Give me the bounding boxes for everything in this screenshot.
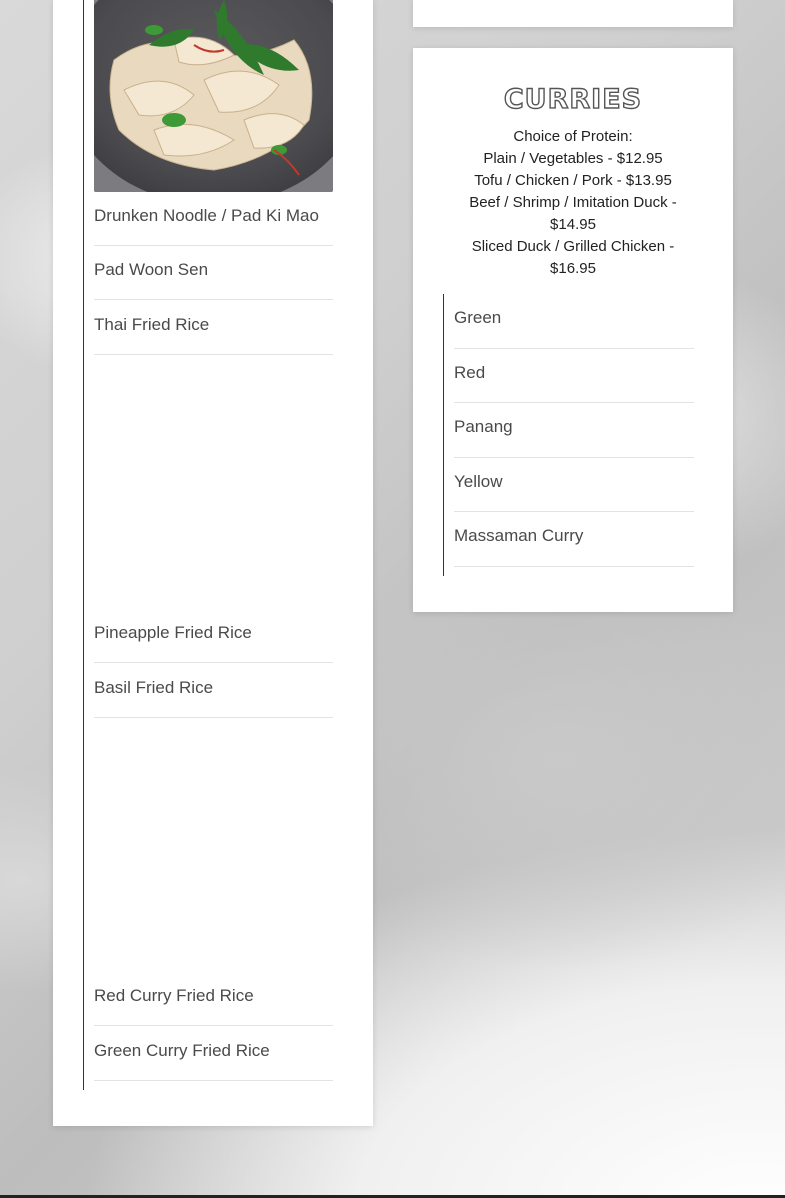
previous-section-card [413, 0, 733, 27]
menu-item[interactable]: Green [454, 294, 694, 349]
menu-item[interactable]: Massaman Curry [454, 512, 694, 567]
menu-item-name: Green [454, 308, 502, 327]
menu-item-name: Drunken Noodle / Pad Ki Mao [94, 206, 319, 225]
menu-item[interactable]: Thai Fried Rice [94, 301, 333, 355]
menu-item[interactable]: Pad Woon Sen [94, 246, 333, 300]
menu-item-name: Massaman Curry [454, 526, 584, 545]
menu-item-name: Basil Fried Rice [94, 678, 214, 697]
protein-heading: Choice of Protein: [513, 128, 633, 145]
menu-item[interactable]: Red [454, 349, 694, 403]
menu-item[interactable]: Red Curry Fried Rice [94, 972, 333, 1026]
menu-item[interactable]: Yellow [454, 458, 694, 512]
curries-card: CURRIES Choice of Protein: Plain / Veget… [413, 48, 733, 612]
menu-item[interactable]: Pineapple Fried Rice [94, 609, 333, 663]
menu-item-name: Green Curry Fried Rice [94, 1041, 270, 1060]
section-rule [83, 0, 84, 1090]
noodles-rice-card: Drunken Noodle / Pad Ki Mao Pad Woon Sen… [53, 0, 373, 1126]
section-title: CURRIES [503, 83, 643, 115]
menu-item-name: Red [454, 363, 486, 382]
menu-item-name: Panang [454, 417, 513, 436]
menu-item[interactable]: Panang [454, 403, 694, 458]
protein-options: Choice of Protein: Plain / Vegetables - … [453, 126, 693, 280]
menu-item[interactable]: Drunken Noodle / Pad Ki Mao [94, 192, 333, 246]
drunken-noodle-photo [94, 0, 333, 192]
menu-item-name: Red Curry Fried Rice [94, 986, 254, 1005]
menu-item-name: Pineapple Fried Rice [94, 623, 252, 642]
menu-item[interactable]: Green Curry Fried Rice [94, 1027, 333, 1081]
menu-item-name: Pad Woon Sen [94, 260, 209, 279]
menu-item-name: Thai Fried Rice [94, 315, 210, 334]
protein-option: Sliced Duck / Grilled Chicken - $16.95 [471, 238, 675, 277]
menu-item[interactable]: Basil Fried Rice [94, 664, 333, 718]
protein-option: Plain / Vegetables - $12.95 [483, 150, 663, 167]
menu-item-name: Yellow [454, 472, 503, 491]
protein-option: Tofu / Chicken / Pork - $13.95 [474, 172, 672, 189]
protein-option: Beef / Shrimp / Imitation Duck - $14.95 [469, 194, 677, 233]
section-rule [443, 294, 444, 576]
